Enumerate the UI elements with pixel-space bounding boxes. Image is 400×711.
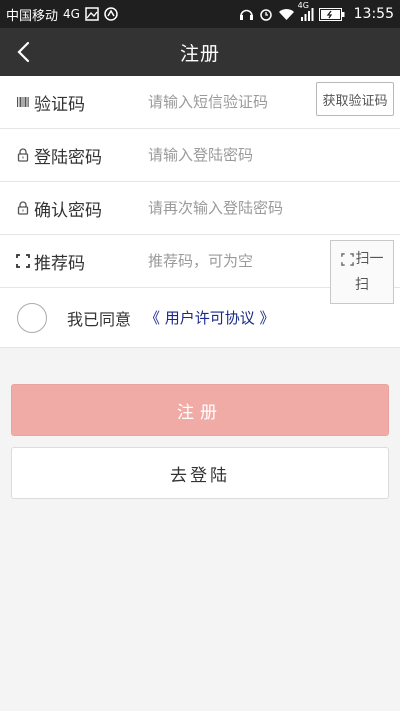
verify-code-label-wrap: 验证码 xyxy=(16,90,148,115)
headset-icon xyxy=(104,7,118,21)
carrier-name: 中国移动 xyxy=(6,8,59,24)
referral-input[interactable] xyxy=(148,252,308,270)
password-label: 登陆密码 xyxy=(34,147,102,168)
lock-icon xyxy=(16,200,30,216)
page-title: 注册 xyxy=(179,42,220,65)
referral-label: 推荐码 xyxy=(34,253,85,274)
password-input[interactable] xyxy=(148,146,308,164)
verify-code-input[interactable] xyxy=(148,93,308,111)
go-login-button[interactable]: 去登陆 xyxy=(11,447,389,499)
get-code-button[interactable]: 获取验证码 xyxy=(316,82,394,116)
register-form: 验证码 获取验证码 登陆密码 确认密码 推荐码 xyxy=(0,76,400,348)
confirm-password-input[interactable] xyxy=(148,199,308,217)
status-left: 中国移动 4G xyxy=(6,5,118,24)
wifi-icon xyxy=(278,8,295,21)
register-button[interactable]: 注册 xyxy=(11,384,389,436)
sms-code-icon xyxy=(16,94,30,110)
headset-icon xyxy=(239,7,254,21)
nav-bar: 注册 xyxy=(0,28,400,76)
verify-code-label: 验证码 xyxy=(34,94,85,115)
status-bar: 中国移动 4G 4G 13:55 xyxy=(0,0,400,28)
agree-checkbox[interactable] xyxy=(17,302,47,333)
scan-button[interactable]: 扫一 扫 xyxy=(330,240,394,304)
status-right: 4G 13:55 xyxy=(239,1,394,22)
gallery-icon xyxy=(85,7,99,21)
alarm-icon xyxy=(259,7,273,21)
scan-frame-icon xyxy=(16,253,30,269)
verify-code-row: 验证码 获取验证码 xyxy=(0,76,400,129)
network-type: 4G xyxy=(63,7,80,21)
signal-network-type: 4G xyxy=(297,0,309,10)
agree-text: 我已同意 xyxy=(67,309,132,329)
scan-button-label-line1: 扫一 xyxy=(355,251,384,267)
referral-label-wrap: 推荐码 xyxy=(16,249,148,274)
signal-icon: 4G xyxy=(298,1,314,21)
clock: 13:55 xyxy=(353,6,394,22)
battery-icon xyxy=(318,7,345,21)
confirm-password-label-wrap: 确认密码 xyxy=(16,196,148,221)
scan-button-label-line2: 扫 xyxy=(355,277,369,293)
scan-frame-icon xyxy=(340,252,354,266)
scan-button-top: 扫一 xyxy=(340,246,384,272)
confirm-password-row: 确认密码 xyxy=(0,182,400,235)
password-row: 登陆密码 xyxy=(0,129,400,182)
lock-icon xyxy=(16,147,30,163)
referral-row: 推荐码 扫一 扫 xyxy=(0,235,400,304)
back-button[interactable] xyxy=(8,36,38,68)
chevron-left-icon xyxy=(17,41,30,63)
user-agreement-link[interactable]: 《 用户许可协议 》 xyxy=(145,307,275,328)
confirm-password-label: 确认密码 xyxy=(34,200,102,221)
password-label-wrap: 登陆密码 xyxy=(16,143,148,168)
